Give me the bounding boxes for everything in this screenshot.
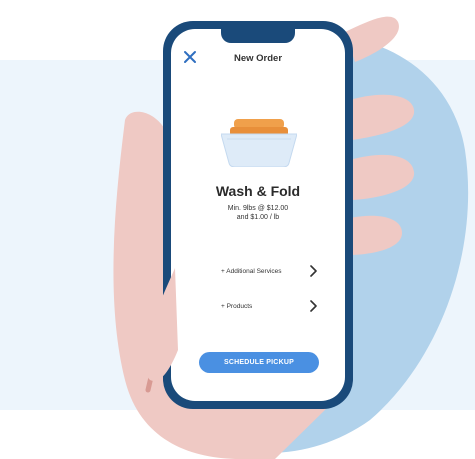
chevron-right-icon (310, 265, 317, 277)
phone-notch (221, 29, 295, 43)
schedule-pickup-button[interactable]: SCHEDULE PICKUP (199, 352, 319, 373)
additional-services-row[interactable]: + Additional Services (221, 263, 317, 279)
phone-screen: New Order Wash & Fold Min. 9lbs @ $12.00… (171, 29, 345, 401)
service-price: Min. 9lbs @ $12.00 and $1.00 / lb (171, 204, 345, 222)
products-label: + Products (221, 302, 253, 310)
illustration-stage: New Order Wash & Fold Min. 9lbs @ $12.00… (0, 0, 475, 459)
laundry-basket-icon (221, 119, 297, 167)
products-row[interactable]: + Products (221, 298, 317, 314)
price-line-2: and $1.00 / lb (236, 214, 280, 221)
service-title: Wash & Fold (215, 183, 301, 199)
phone-frame: New Order Wash & Fold Min. 9lbs @ $12.00… (163, 21, 353, 409)
chevron-right-icon (310, 300, 317, 312)
price-line-1: Min. 9lbs @ $12.00 (227, 205, 289, 212)
additional-services-label: + Additional Services (221, 267, 282, 275)
page-title: New Order (233, 53, 283, 64)
